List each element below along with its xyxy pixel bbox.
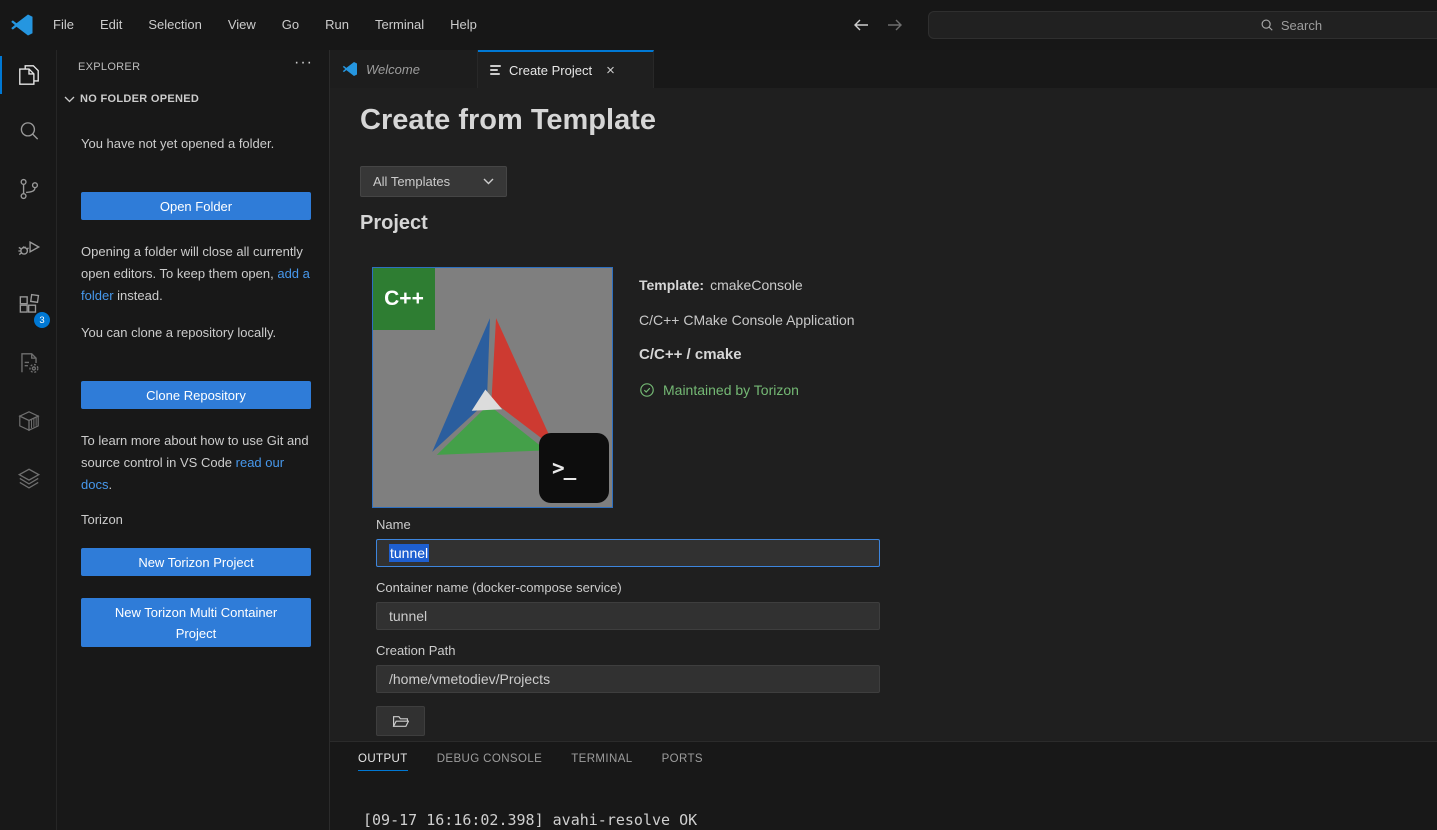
menu-bar: File Edit Selection View Go Run Terminal…	[40, 0, 490, 50]
project-config-icon[interactable]	[0, 339, 57, 387]
project-form: Name tunnel Container name (docker-compo…	[376, 517, 880, 736]
explorer-sidebar: EXPLORER ··· NO FOLDER OPENED You have n…	[57, 50, 330, 830]
container-name-label: Container name (docker-compose service)	[376, 580, 880, 595]
tab-create-project-label: Create Project	[509, 63, 592, 78]
create-project-webview: Create from Template All Templates Proje…	[330, 88, 1437, 741]
terminal-icon: >_	[539, 433, 609, 503]
activity-bar: 3	[0, 50, 57, 830]
menu-file[interactable]: File	[40, 0, 87, 50]
wizard-list-icon	[490, 62, 501, 77]
command-center-search[interactable]: Search	[928, 11, 1437, 39]
maintained-text: Maintained by Torizon	[663, 379, 799, 401]
docs-note-text: To learn more about how to use Git and s…	[81, 430, 315, 496]
menu-run[interactable]: Run	[312, 0, 362, 50]
no-folder-section-header[interactable]: NO FOLDER OPENED	[64, 93, 199, 105]
source-control-icon[interactable]	[0, 165, 57, 213]
name-input[interactable]: tunnel	[376, 539, 880, 567]
run-debug-icon[interactable]	[0, 223, 57, 271]
vscode-logo-icon	[342, 61, 358, 77]
name-value-selected: tunnel	[389, 544, 429, 562]
clone-text: You can clone a repository locally.	[81, 322, 315, 344]
open-folder-button[interactable]: Open Folder	[81, 192, 311, 220]
open-note-text: Opening a folder will close all currentl…	[81, 241, 315, 307]
section-title: Project	[360, 212, 428, 235]
docker-icon[interactable]	[0, 397, 57, 445]
menu-selection[interactable]: Selection	[135, 0, 214, 50]
editor-group: Welcome Create Project × Create from Tem…	[330, 50, 1437, 830]
search-view-icon[interactable]	[0, 107, 57, 155]
tab-create-project[interactable]: Create Project ×	[478, 50, 654, 88]
menu-help[interactable]: Help	[437, 0, 490, 50]
docs-note-post: .	[108, 477, 112, 492]
template-category: C/C++ / cmake	[639, 344, 855, 366]
template-filter-dropdown[interactable]: All Templates	[360, 166, 507, 197]
bottom-panel: OUTPUT DEBUG CONSOLE TERMINAL PORTS [09-…	[330, 741, 1437, 830]
forward-arrow-icon[interactable]	[886, 16, 904, 34]
open-folder-icon	[392, 713, 409, 730]
chevron-down-icon	[483, 178, 494, 185]
search-icon	[1260, 18, 1274, 32]
clone-repository-button[interactable]: Clone Repository	[81, 381, 311, 409]
close-tab-icon[interactable]: ×	[606, 62, 615, 79]
template-card[interactable]: C++ >_	[372, 267, 613, 508]
menu-edit[interactable]: Edit	[87, 0, 135, 50]
search-placeholder: Search	[1281, 18, 1322, 33]
vscode-logo-icon	[10, 13, 34, 37]
section-header-label: NO FOLDER OPENED	[80, 93, 199, 105]
sidebar-title: EXPLORER	[78, 61, 140, 73]
tab-welcome[interactable]: Welcome	[330, 50, 478, 88]
panel-header: OUTPUT DEBUG CONSOLE TERMINAL PORTS	[330, 742, 1437, 776]
menu-go[interactable]: Go	[269, 0, 312, 50]
extensions-icon[interactable]: 3	[0, 281, 57, 329]
torizon-section-label: Torizon	[81, 512, 123, 527]
panel-tab-terminal[interactable]: TERMINAL	[571, 742, 632, 770]
page-title: Create from Template	[360, 104, 656, 137]
browse-folder-button[interactable]	[376, 706, 425, 736]
explorer-icon[interactable]	[0, 51, 57, 99]
panel-tab-output[interactable]: OUTPUT	[358, 742, 408, 771]
new-torizon-project-button[interactable]: New Torizon Project	[81, 548, 311, 576]
title-bar: File Edit Selection View Go Run Terminal…	[0, 0, 1437, 50]
template-info: Template: cmakeConsole C/C++ CMake Conso…	[639, 274, 855, 414]
log-line: [09-17 16:16:02.398] avahi-resolve OK	[363, 809, 697, 830]
vscode-window: File Edit Selection View Go Run Terminal…	[0, 0, 1437, 830]
new-torizon-multi-container-button[interactable]: New Torizon Multi Container Project	[81, 598, 311, 647]
more-actions-icon[interactable]: ···	[294, 54, 313, 72]
no-folder-text: You have not yet opened a folder.	[81, 133, 315, 155]
template-name: cmakeConsole	[710, 274, 803, 296]
verified-badge-icon	[639, 382, 655, 398]
name-label: Name	[376, 517, 880, 532]
template-description: C/C++ CMake Console Application	[639, 309, 855, 331]
panel-tab-debug-console[interactable]: DEBUG CONSOLE	[437, 742, 543, 770]
template-filter-value: All Templates	[373, 174, 450, 189]
creation-path-label: Creation Path	[376, 643, 880, 658]
template-label: Template:	[639, 274, 704, 296]
tab-welcome-label: Welcome	[366, 62, 420, 77]
terminal-prompt-glyph: >_	[552, 456, 575, 480]
creation-path-input[interactable]	[376, 665, 880, 693]
maintained-row: Maintained by Torizon	[639, 379, 855, 401]
container-name-input[interactable]	[376, 602, 880, 630]
chevron-down-icon	[64, 96, 75, 103]
panel-tab-ports[interactable]: PORTS	[662, 742, 703, 770]
history-navigation	[852, 0, 904, 50]
tab-bar: Welcome Create Project ×	[330, 50, 1437, 88]
menu-view[interactable]: View	[215, 0, 269, 50]
extensions-badge: 3	[34, 312, 50, 328]
back-arrow-icon[interactable]	[852, 16, 870, 34]
open-note-post: instead.	[114, 288, 163, 303]
menu-terminal[interactable]: Terminal	[362, 0, 437, 50]
layers-icon[interactable]	[0, 455, 57, 503]
open-note-pre: Opening a folder will close all currentl…	[81, 244, 303, 281]
